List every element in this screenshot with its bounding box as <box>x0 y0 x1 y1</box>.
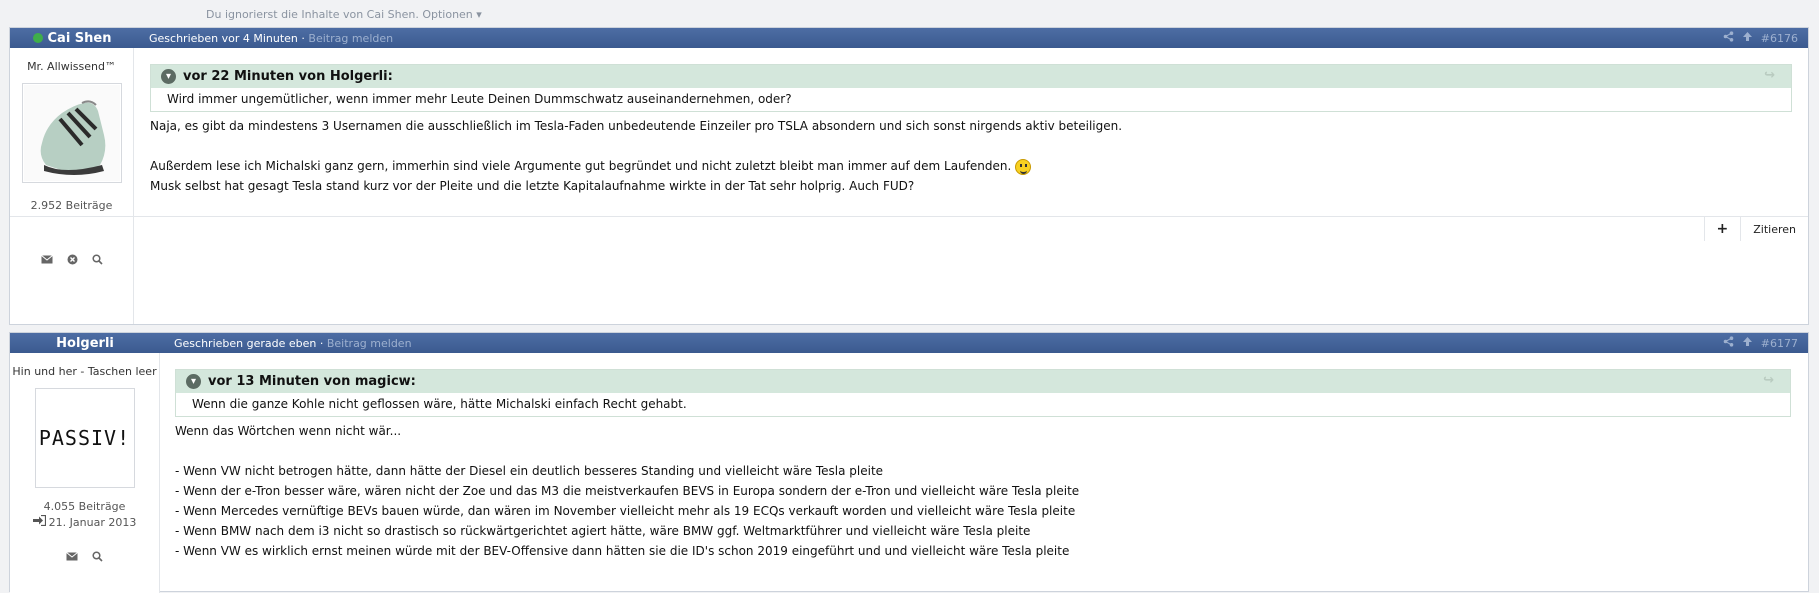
body-line: Musk selbst hat gesagt Tesla stand kurz … <box>150 179 915 193</box>
quote-button[interactable]: Zitieren <box>1740 217 1808 241</box>
chevron-down-icon[interactable]: ▾ <box>161 69 176 84</box>
body-line: - Wenn BMW nach dem i3 nicht so drastisc… <box>175 524 1031 538</box>
quote-author[interactable]: vor 13 Minuten von magicw: <box>208 374 416 389</box>
sneaker-avatar-image <box>23 85 120 181</box>
upvote-icon[interactable] <box>1742 31 1753 45</box>
body-line: Wenn das Wörtchen wenn nicht wär... <box>175 424 402 438</box>
report-link[interactable]: Beitrag melden <box>308 32 393 45</box>
envelope-icon[interactable] <box>66 551 78 565</box>
avatar-text: PASSIV! <box>38 426 131 450</box>
username-label: Holgerli <box>56 335 114 351</box>
post-count: 4.055 Beiträge <box>43 500 126 513</box>
quote-header: ▾ vor 22 Minuten von Holgerli: ↪ <box>151 65 1791 88</box>
username[interactable]: Cai Shen <box>10 31 134 46</box>
author-sidebar: Mr. Allwissend™ 2.952 Beiträge <box>10 48 134 324</box>
user-title: Mr. Allwissend™ <box>27 60 116 73</box>
online-indicator <box>32 33 43 43</box>
quote-text: Wird immer ungemütlicher, wenn immer meh… <box>167 92 792 106</box>
post-date[interactable]: Geschrieben vor 4 Minuten <box>149 32 298 45</box>
post-header: Cai Shen Geschrieben vor 4 Minuten · Bei… <box>10 28 1808 48</box>
upvote-icon[interactable] <box>1742 336 1753 350</box>
post-6176: Cai Shen Geschrieben vor 4 Minuten · Bei… <box>9 27 1809 325</box>
smiley-icon <box>1015 158 1032 175</box>
post-content: ▾ vor 13 Minuten von magicw: ↪ Wenn die … <box>175 353 1800 561</box>
post-content: ▾ vor 22 Minuten von Holgerli: ↪ Wird im… <box>150 48 1800 196</box>
body-line: Naja, es gibt da mindestens 3 Usernamen … <box>150 119 1123 133</box>
quote-block: ▾ vor 13 Minuten von magicw: ↪ Wenn die … <box>175 369 1791 417</box>
post-count: 2.952 Beiträge <box>30 199 113 212</box>
multiquote-button[interactable]: + <box>1703 217 1741 241</box>
body-line: - Wenn der e-Tron besser wäre, wären nic… <box>175 484 1080 498</box>
ignore-text: Du ignorierst die Inhalte von Cai Shen. <box>206 8 419 21</box>
post-meta: Geschrieben vor 4 Minuten · Beitrag meld… <box>149 31 394 45</box>
post-header-actions: #6176 <box>1723 31 1798 45</box>
search-icon[interactable] <box>92 551 103 565</box>
username[interactable]: Holgerli <box>10 336 160 351</box>
user-title: Hin und her - Taschen leer <box>12 365 157 378</box>
login-icon <box>32 514 46 529</box>
body-line <box>150 136 1800 156</box>
post-footer: + Zitieren <box>10 216 1808 241</box>
avatar[interactable]: PASSIV! <box>34 388 135 488</box>
body-line: - Wenn VW nicht betrogen hätte, dann hät… <box>175 464 884 478</box>
envelope-icon[interactable] <box>40 254 53 268</box>
post-header-actions: #6177 <box>1723 336 1798 350</box>
body-line: Außerdem lese ich Michalski ganz gern, i… <box>150 156 1800 176</box>
quote-block: ▾ vor 22 Minuten von Holgerli: ↪ Wird im… <box>150 64 1792 112</box>
user-action-icons <box>10 551 159 565</box>
quote-reply-icon[interactable]: ↪ <box>1763 373 1774 388</box>
body-line: - Wenn VW es wirklich ernst meinen würde… <box>175 544 1070 558</box>
report-link[interactable]: Beitrag melden <box>327 337 412 350</box>
share-icon[interactable] <box>1723 336 1734 350</box>
ignore-notice: Du ignorierst die Inhalte von Cai Shen. … <box>206 8 482 21</box>
ignore-options-link[interactable]: Optionen ▾ <box>422 8 481 21</box>
share-icon[interactable] <box>1723 31 1734 45</box>
quote-text: Wenn die ganze Kohle nicht geflossen wär… <box>192 397 687 411</box>
username-label: Cai Shen <box>47 30 112 46</box>
post-number[interactable]: #6176 <box>1761 32 1798 45</box>
quote-author[interactable]: vor 22 Minuten von Holgerli: <box>183 69 393 84</box>
ignore-icon[interactable] <box>67 254 78 268</box>
quote-header: ▾ vor 13 Minuten von magicw: ↪ <box>176 370 1790 393</box>
body-line <box>175 441 1800 461</box>
body-line: - Wenn Mercedes vernüftige BEVs bauen wü… <box>175 504 1076 518</box>
quote-reply-icon[interactable]: ↪ <box>1764 68 1775 83</box>
post-header: Holgerli Geschrieben gerade eben · Beitr… <box>10 333 1808 353</box>
author-sidebar: Hin und her - Taschen leer PASSIV! 4.055… <box>10 353 160 593</box>
post-body: Wenn das Wörtchen wenn nicht wär... - We… <box>175 421 1800 561</box>
join-date-text: 21. Januar 2013 <box>48 515 137 529</box>
search-icon[interactable] <box>91 254 103 268</box>
post-6177: Holgerli Geschrieben gerade eben · Beitr… <box>9 332 1809 593</box>
chevron-down-icon[interactable]: ▾ <box>186 374 201 389</box>
join-date: 21. Januar 2013 <box>10 514 159 529</box>
user-action-icons <box>10 254 133 268</box>
post-body: Naja, es gibt da mindestens 3 Usernamen … <box>150 116 1800 196</box>
post-date[interactable]: Geschrieben gerade eben <box>174 337 316 350</box>
post-number[interactable]: #6177 <box>1761 337 1798 350</box>
post-meta: Geschrieben gerade eben · Beitrag melden <box>174 336 412 350</box>
avatar[interactable] <box>21 83 122 183</box>
